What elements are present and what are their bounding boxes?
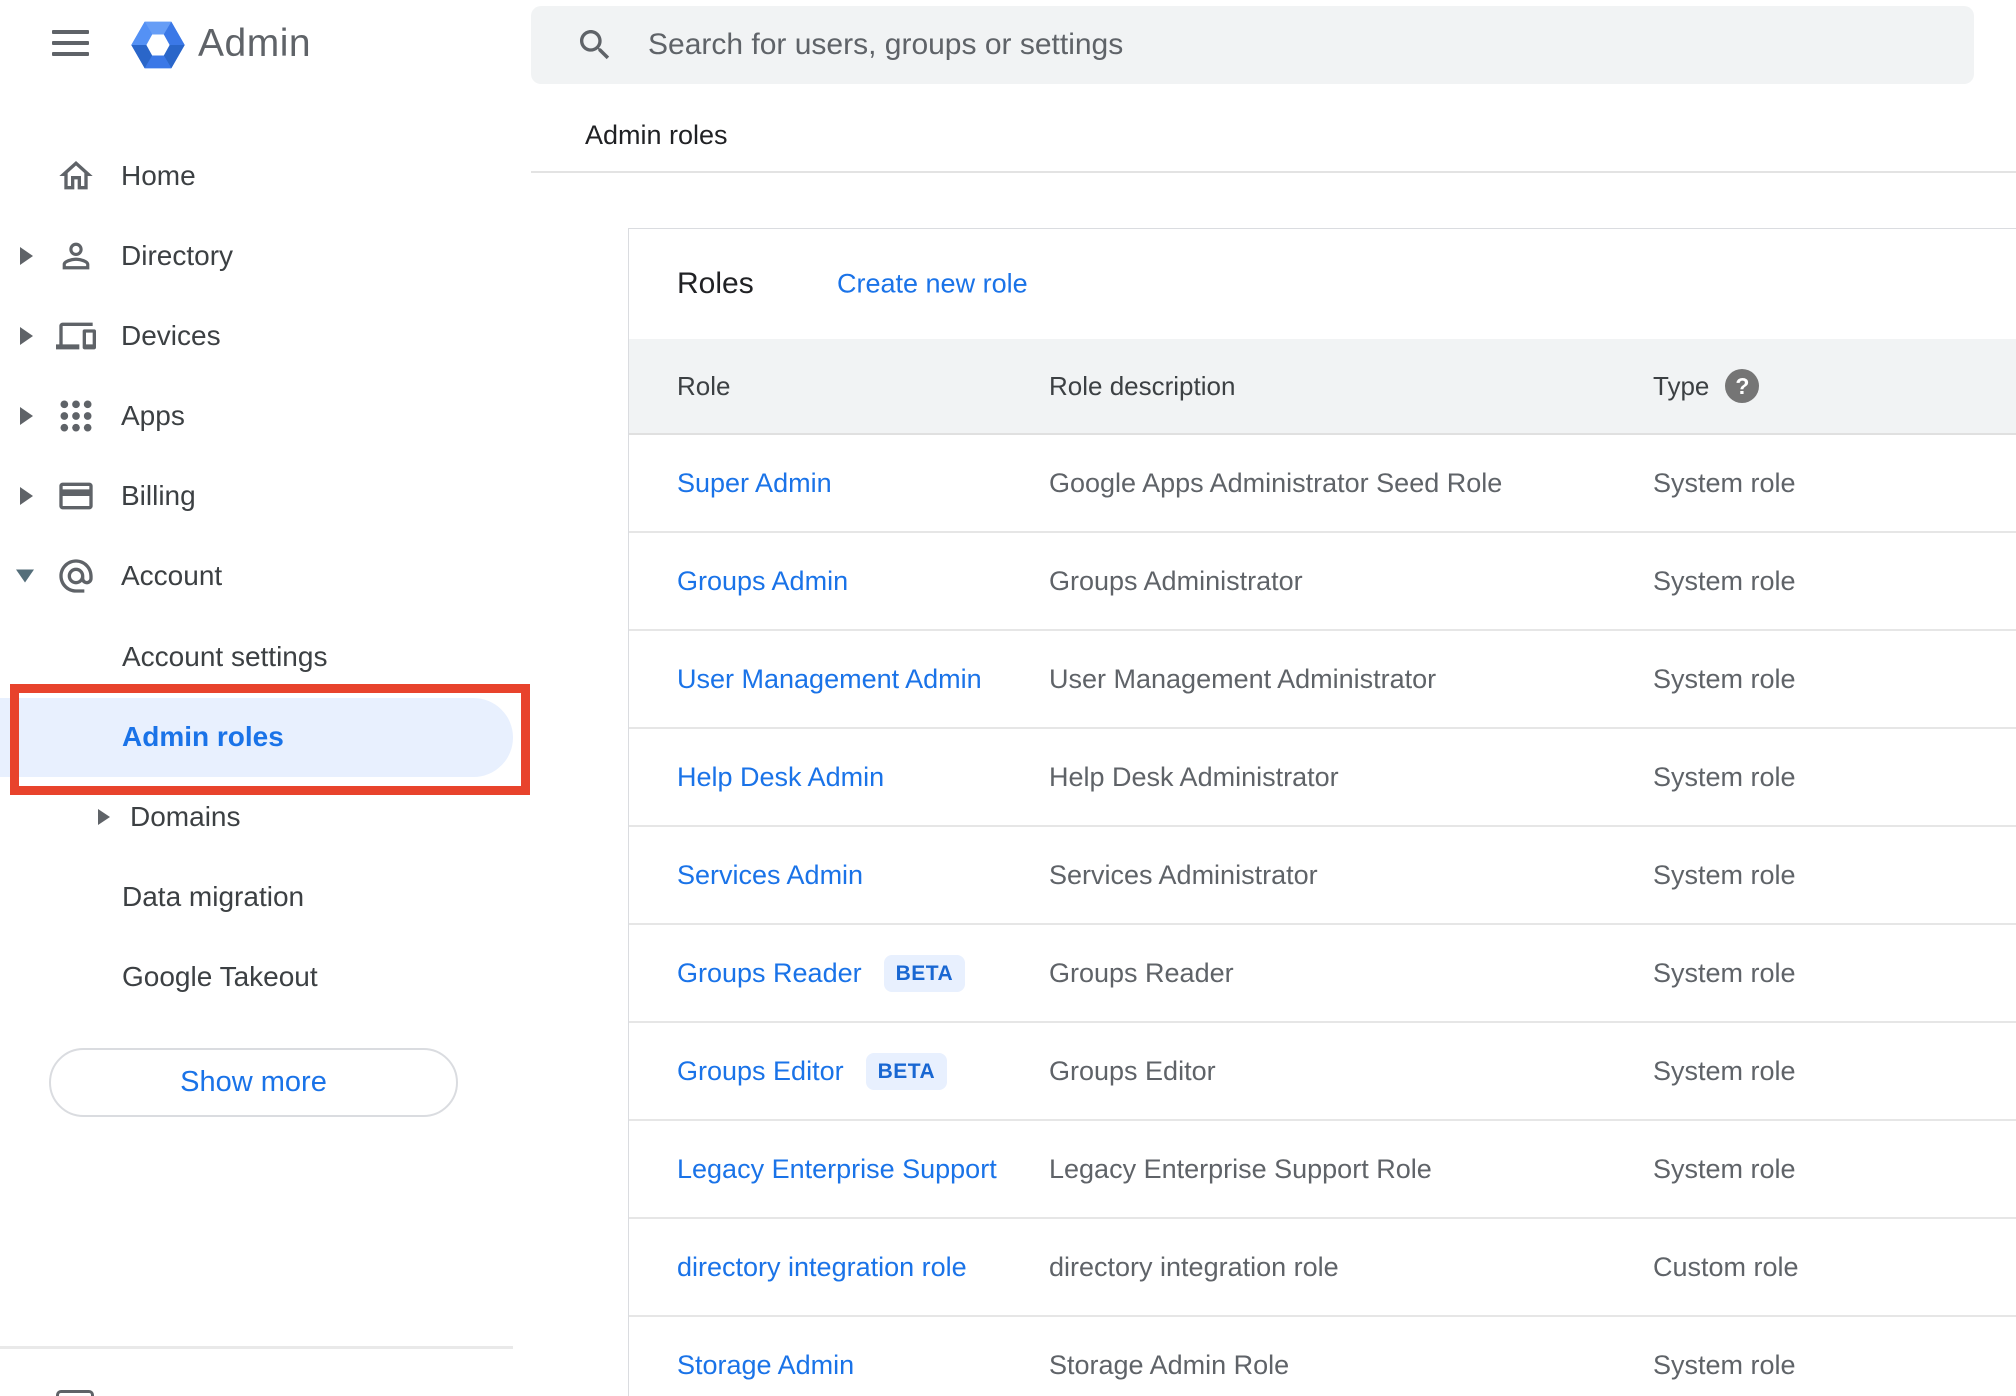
sidebar-item-label: Data migration (122, 881, 305, 912)
table-row: Super Admin Google Apps Administrator Se… (629, 435, 2016, 533)
devices-icon (56, 322, 96, 350)
role-description: Groups Administrator (1049, 565, 1303, 596)
role-type: System role (1653, 761, 1796, 792)
sidebar-item-devices[interactable]: Devices (0, 296, 530, 376)
role-link[interactable]: Groups Admin (677, 566, 848, 597)
beta-badge: BETA (865, 1052, 948, 1090)
column-header-description: Role description (1049, 370, 1236, 401)
at-sign-icon (59, 559, 93, 593)
role-description: Legacy Enterprise Support Role (1049, 1153, 1432, 1184)
search-icon (580, 30, 610, 60)
sidebar-item-account[interactable]: Account (0, 536, 530, 616)
sidebar-item-label: Apps (121, 400, 185, 431)
help-icon[interactable]: ? (1725, 369, 1760, 403)
product-name: Admin (198, 22, 312, 65)
table-row: Groups Reader BETA Groups Reader System … (629, 925, 2016, 1023)
role-link[interactable]: Super Admin (677, 468, 832, 499)
role-link[interactable]: Storage Admin (677, 1350, 854, 1381)
table-row: User Management Admin User Management Ad… (629, 631, 2016, 729)
role-description: Google Apps Administrator Seed Role (1049, 467, 1503, 498)
create-new-role-link[interactable]: Create new role (837, 269, 1028, 300)
sidebar-item-home[interactable]: Home (0, 136, 530, 216)
sidebar-item-label: Home (121, 160, 196, 191)
chevron-right-icon (20, 487, 33, 505)
column-header-role: Role (677, 370, 731, 401)
sidebar-item-admin-roles[interactable]: Admin roles (0, 697, 530, 777)
sidebar-item-directory[interactable]: Directory (0, 216, 530, 296)
sidebar-item-account-settings[interactable]: Account settings (0, 617, 530, 697)
sidebar-item-google-takeout[interactable]: Google Takeout (0, 937, 530, 1017)
role-link[interactable]: User Management Admin (677, 664, 982, 695)
table-row: Legacy Enterprise Support Legacy Enterpr… (629, 1121, 2016, 1219)
role-description: Help Desk Administrator (1049, 761, 1339, 792)
role-type: System role (1653, 467, 1796, 498)
sidebar-item-apps[interactable]: Apps (0, 376, 530, 456)
table-row: Services Admin Services Administrator Sy… (629, 827, 2016, 925)
role-link[interactable]: Groups Editor (677, 1056, 844, 1087)
sidebar-item-label: Admin roles (122, 721, 284, 752)
billing-card-icon (59, 482, 93, 510)
role-type: Custom role (1653, 1251, 1799, 1282)
table-row: Groups Editor BETA Groups Editor System … (629, 1023, 2016, 1121)
sidebar-item-billing[interactable]: Billing (0, 456, 530, 536)
chevron-right-icon (98, 809, 110, 825)
role-link[interactable]: Groups Reader (677, 958, 862, 989)
table-row: Groups Admin Groups Administrator System… (629, 533, 2016, 631)
role-description: User Management Administrator (1049, 663, 1437, 694)
sidebar-item-domains[interactable]: Domains (0, 777, 530, 857)
sidebar-item-label: Google Takeout (122, 961, 318, 992)
breadcrumb: Admin roles (585, 120, 728, 150)
chevron-right-icon (20, 247, 33, 265)
table-row: Storage Admin Storage Admin Role System … (629, 1317, 2016, 1396)
role-type: System role (1653, 1153, 1796, 1184)
sidebar-item-label: Account settings (122, 641, 328, 672)
roles-card-header: Roles Create new role (629, 229, 2016, 339)
card-title: Roles (677, 267, 754, 300)
clipped-bottom-icon (56, 1390, 94, 1396)
role-type: System role (1653, 1349, 1796, 1380)
beta-badge: BETA (883, 954, 966, 992)
person-icon (62, 242, 90, 270)
search-input[interactable]: Search for users, groups or settings (531, 6, 1974, 84)
role-description: directory integration role (1049, 1251, 1339, 1282)
sidebar-item-data-migration[interactable]: Data migration (0, 857, 530, 937)
sidebar-item-label: Account (121, 560, 223, 591)
admin-console-page: Admin Search for users, groups or settin… (0, 0, 2016, 1396)
role-type: System role (1653, 565, 1796, 596)
role-type: System role (1653, 663, 1796, 694)
sidebar-divider (0, 1346, 513, 1349)
sidebar-item-label: Devices (121, 320, 221, 351)
chevron-right-icon (20, 327, 33, 345)
table-header-row: Role Role description Type ? (629, 339, 2016, 435)
sidebar-item-label: Billing (121, 480, 196, 511)
apps-grid-icon (60, 400, 92, 432)
roles-card: Roles Create new role Role Role descript… (628, 228, 2016, 1396)
role-type: System role (1653, 957, 1796, 988)
role-type: System role (1653, 859, 1796, 890)
role-type: System role (1653, 1055, 1796, 1086)
admin-logo-icon (131, 21, 185, 69)
header-divider (531, 171, 2016, 173)
column-header-type: Type (1653, 370, 1710, 401)
sidebar-item-label: Domains (130, 801, 241, 832)
chevron-down-icon (16, 569, 34, 583)
show-more-label: Show more (180, 1066, 327, 1098)
sidebar-item-label: Directory (121, 240, 234, 271)
role-description: Groups Editor (1049, 1055, 1216, 1086)
role-link[interactable]: Services Admin (677, 860, 863, 891)
search-placeholder: Search for users, groups or settings (648, 28, 1124, 61)
role-description: Services Administrator (1049, 859, 1318, 890)
role-description: Storage Admin Role (1049, 1349, 1290, 1380)
hamburger-menu-icon[interactable] (52, 30, 89, 56)
show-more-button[interactable]: Show more (49, 1048, 458, 1117)
role-link[interactable]: Help Desk Admin (677, 762, 884, 793)
role-link[interactable]: Legacy Enterprise Support (677, 1154, 997, 1185)
chevron-right-icon (20, 407, 33, 425)
table-row: directory integration role directory int… (629, 1219, 2016, 1317)
table-row: Help Desk Admin Help Desk Administrator … (629, 729, 2016, 827)
role-link[interactable]: directory integration role (677, 1252, 967, 1283)
home-icon (59, 161, 93, 190)
role-description: Groups Reader (1049, 957, 1234, 988)
